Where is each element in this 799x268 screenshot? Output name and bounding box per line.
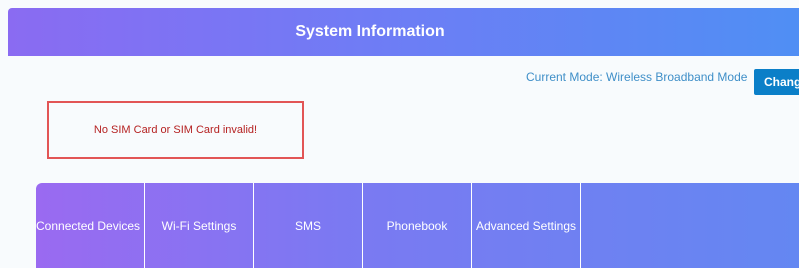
page-header: System Information — [8, 8, 799, 56]
change-mode-button[interactable]: Chang — [754, 69, 799, 95]
nav-item-advanced-settings[interactable]: Advanced Settings — [472, 183, 581, 268]
page: System Information Current Mode: Wireles… — [0, 0, 799, 268]
page-title: System Information — [295, 23, 445, 40]
sim-status-box: No SIM Card or SIM Card invalid! — [47, 101, 304, 159]
sim-status-message: No SIM Card or SIM Card invalid! — [93, 124, 258, 136]
current-mode-row: Current Mode: Wireless Broadband Mode — [526, 70, 747, 84]
main-nav: Connected Devices Wi-Fi Settings SMS Pho… — [36, 183, 799, 268]
nav-item-connected-devices[interactable]: Connected Devices — [36, 183, 145, 268]
nav-item-wifi-settings[interactable]: Wi-Fi Settings — [145, 183, 254, 268]
nav-item-sms[interactable]: SMS — [254, 183, 363, 268]
current-mode-label: Current Mode: Wireless Broadband Mode — [526, 70, 748, 84]
nav-item-phonebook[interactable]: Phonebook — [363, 183, 472, 268]
